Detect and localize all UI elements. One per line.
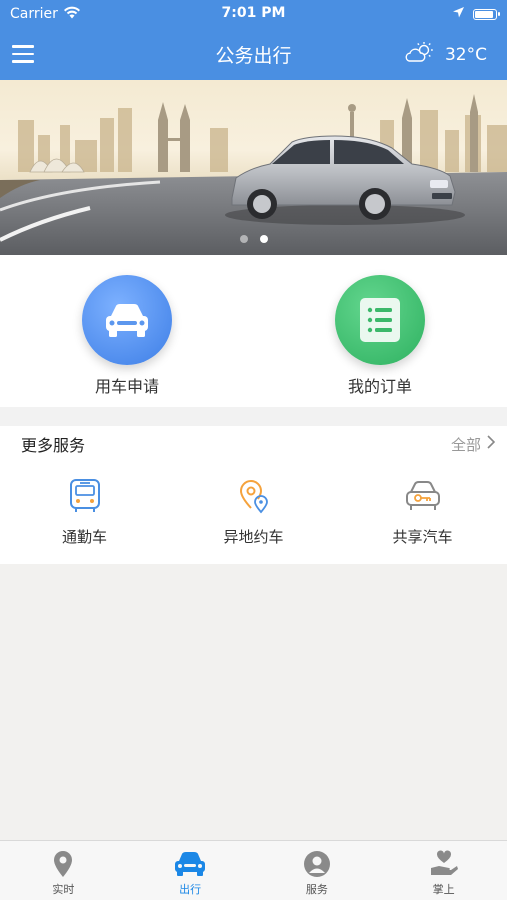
car-front-icon: [82, 275, 172, 365]
partly-sunny-icon: [405, 41, 435, 68]
car-key-icon: [338, 476, 507, 516]
more-services-title: 更多服务: [21, 436, 86, 455]
commuter-bus-label: 通勤车: [61, 528, 107, 546]
banner-image: [0, 94, 507, 255]
my-orders-label: 我的订单: [347, 377, 412, 396]
quick-actions: 用车申请 我的订单: [0, 255, 507, 407]
services-grid: 通勤车 异地约车 共享汽车: [0, 476, 507, 547]
tab-handheld[interactable]: 掌上: [380, 841, 507, 900]
tab-handheld-label: 掌上: [432, 883, 455, 896]
bus-icon: [0, 476, 169, 516]
car-request-button[interactable]: 用车申请: [57, 275, 197, 397]
chevron-right-icon: [487, 435, 496, 453]
weather-widget[interactable]: 32°C: [405, 41, 487, 68]
more-services: 更多服务 全部 通勤车 异地约车 共享汽车: [0, 426, 507, 564]
tab-bar: 实时 出行 服务 掌上: [0, 840, 507, 900]
location-arrow-icon: [452, 6, 465, 23]
tab-realtime-label: 实时: [52, 883, 75, 896]
temperature: 32°C: [444, 44, 487, 65]
tab-travel-label: 出行: [179, 883, 202, 896]
status-right: [452, 6, 500, 23]
shared-car-service[interactable]: 共享汽车: [338, 476, 507, 547]
tab-realtime[interactable]: 实时: [0, 841, 127, 900]
battery-icon: [473, 8, 500, 20]
car-request-label: 用车申请: [94, 377, 159, 396]
shared-car-label: 共享汽车: [392, 528, 453, 546]
content-empty-area: [0, 564, 507, 840]
wifi-icon: [63, 6, 81, 23]
commuter-bus-service[interactable]: 通勤车: [0, 476, 169, 547]
header: Carrier 7:01 PM 公务出行 32°C: [0, 0, 507, 80]
carrier-group: Carrier: [10, 6, 81, 23]
hand-heart-icon: [429, 849, 459, 879]
more-services-header: 更多服务 全部: [0, 426, 507, 462]
car-icon: [173, 849, 207, 879]
location-pin-icon: [169, 476, 338, 516]
map-pin-icon: [52, 849, 74, 879]
view-all-label: 全部: [450, 435, 481, 454]
user-circle-icon: [303, 849, 331, 879]
promo-banner[interactable]: [0, 80, 507, 255]
remote-booking-service[interactable]: 异地约车: [169, 476, 338, 547]
nav-bar: 公务出行 32°C: [0, 28, 507, 80]
carrier-label: Carrier: [10, 6, 58, 22]
status-bar: Carrier 7:01 PM: [0, 0, 507, 28]
list-doc-icon: [335, 275, 425, 365]
pagination-dot-active[interactable]: [259, 235, 268, 243]
remote-booking-label: 异地约车: [223, 528, 284, 546]
tab-services[interactable]: 服务: [254, 841, 381, 900]
tab-services-label: 服务: [305, 883, 328, 896]
view-all-link[interactable]: 全部: [450, 434, 496, 455]
tab-travel[interactable]: 出行: [127, 841, 254, 900]
banner-pagination: [0, 235, 507, 243]
pagination-dot[interactable]: [239, 235, 248, 243]
my-orders-button[interactable]: 我的订单: [310, 275, 450, 397]
